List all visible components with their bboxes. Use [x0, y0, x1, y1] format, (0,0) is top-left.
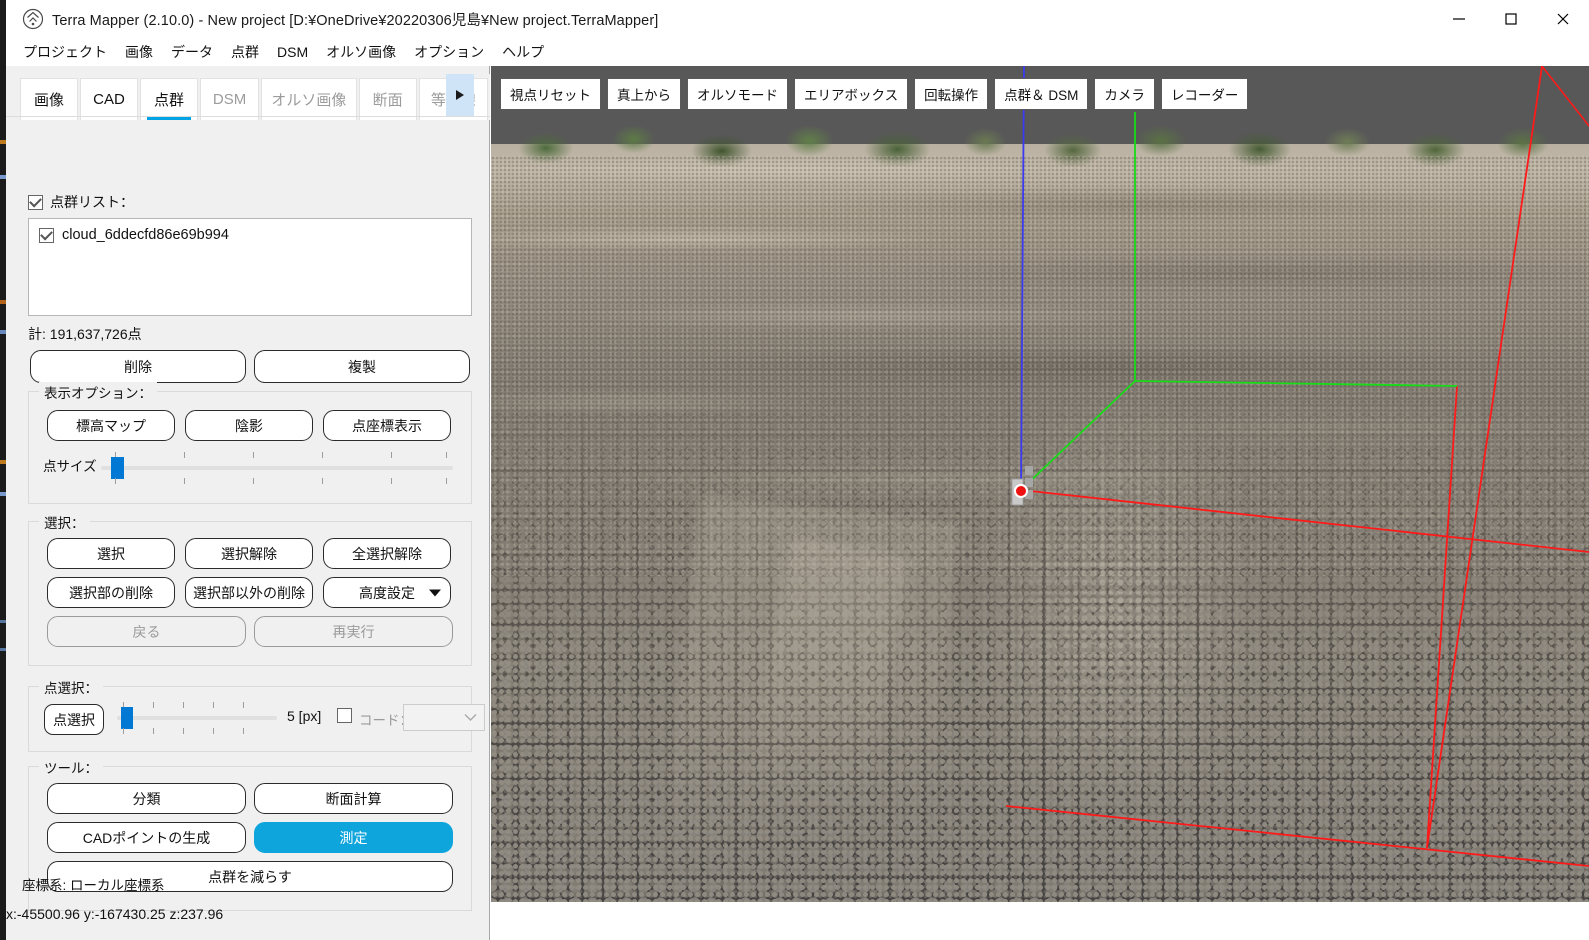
tools-legend: ツール：	[39, 757, 103, 777]
tab-image[interactable]: 画像	[20, 78, 78, 120]
height-setting-label: 高度設定	[359, 583, 415, 603]
menu-item-ortho[interactable]: オルソ画像	[317, 39, 405, 65]
menu-item-dsm[interactable]: DSM	[268, 41, 317, 63]
menu-bar: プロジェクト 画像 データ 点群 DSM オルソ画像 オプション ヘルプ	[6, 38, 1589, 66]
chevron-down-icon	[429, 589, 441, 596]
point-select-radius-track[interactable]	[117, 716, 277, 720]
minimize-icon	[1452, 12, 1466, 26]
list-item[interactable]: cloud_6ddecfd86e69b994	[37, 226, 463, 244]
deselect-button[interactable]: 選択解除	[185, 538, 313, 569]
deselect-all-button[interactable]: 全選択解除	[323, 538, 451, 569]
sparse-points-overlay-dense	[791, 396, 1351, 902]
code-combobox	[403, 704, 485, 731]
elevation-map-button[interactable]: 標高マップ	[47, 410, 175, 441]
terra-mapper-icon	[22, 8, 44, 30]
rotate-control-button[interactable]: 回転操作	[914, 78, 988, 110]
coordinate-system-label: 座標系: ローカル座標系	[22, 874, 165, 894]
point-selection-legend: 点選択：	[39, 677, 103, 697]
point-selection-group: 点選択： 点選択 5 [px] コード：	[28, 686, 472, 752]
chevron-right-icon	[454, 88, 466, 102]
point-select-radius-value: 5 [px]	[287, 708, 321, 724]
cloud-listbox[interactable]: cloud_6ddecfd86e69b994	[28, 218, 472, 316]
point-select-radius-handle[interactable]	[121, 707, 133, 729]
maximize-icon	[1504, 12, 1518, 26]
point-size-label: 点サイズ	[43, 455, 97, 475]
left-panel: 画像 CAD 点群 DSM オルソ画像 断面 等高線 点群リスト： cloud_…	[6, 66, 490, 940]
menu-item-project[interactable]: プロジェクト	[14, 39, 116, 65]
viewport-toolbar: 視点リセット 真上から オルソモード エリアボックス 回転操作 点群＆ DSM …	[500, 78, 1248, 110]
application-window: Terra Mapper (2.10.0) - New project [D:¥…	[0, 0, 1589, 940]
cloud-list-header: 点群リスト：	[28, 192, 134, 212]
delete-selected-button[interactable]: 選択部の削除	[47, 577, 175, 608]
undo-button: 戻る	[47, 616, 246, 647]
chevron-down-icon	[464, 713, 477, 722]
point-cloud-scene	[491, 66, 1589, 902]
reset-view-button[interactable]: 視点リセット	[500, 78, 601, 110]
tab-cad[interactable]: CAD	[80, 78, 138, 120]
tab-dsm: DSM	[200, 78, 259, 120]
delete-unselected-button[interactable]: 選択部以外の削除	[185, 577, 313, 608]
point-size-slider-track[interactable]	[101, 466, 453, 470]
close-button[interactable]	[1537, 0, 1589, 38]
menu-item-image[interactable]: 画像	[116, 39, 162, 65]
3d-viewport[interactable]: 視点リセット 真上から オルソモード エリアボックス 回転操作 点群＆ DSM …	[491, 66, 1589, 902]
show-point-coords-button[interactable]: 点座標表示	[323, 410, 451, 441]
total-points-label: 計: 191,637,726点	[28, 324, 142, 344]
window-title: Terra Mapper (2.10.0) - New project [D:¥…	[52, 9, 658, 30]
minimize-button[interactable]	[1433, 0, 1485, 38]
duplicate-button[interactable]: 複製	[254, 350, 470, 383]
top-view-button[interactable]: 真上から	[607, 78, 681, 110]
ortho-mode-button[interactable]: オルソモード	[687, 78, 788, 110]
shading-button[interactable]: 陰影	[185, 410, 313, 441]
title-bar: Terra Mapper (2.10.0) - New project [D:¥…	[6, 0, 1589, 38]
tab-section: 断面	[359, 78, 417, 120]
height-setting-dropdown-button[interactable]: 高度設定	[323, 577, 451, 608]
code-checkbox[interactable]	[337, 708, 352, 723]
cursor-coordinates-label: x:-45500.96 y:-167430.25 z:237.96	[6, 906, 223, 922]
classify-button[interactable]: 分類	[47, 783, 246, 814]
tab-scroll-right-button[interactable]	[446, 74, 474, 116]
delete-button[interactable]: 削除	[30, 350, 246, 383]
point-size-slider-handle[interactable]	[111, 457, 124, 479]
window-controls	[1433, 0, 1589, 38]
cloud-list-label: 点群リスト：	[50, 192, 134, 212]
menu-item-data[interactable]: データ	[162, 39, 222, 65]
select-button[interactable]: 選択	[47, 538, 175, 569]
tab-bar: 画像 CAD 点群 DSM オルソ画像 断面 等高線	[6, 74, 490, 120]
cloud-item-checkbox[interactable]	[39, 228, 54, 243]
cloud-item-label: cloud_6ddecfd86e69b994	[62, 227, 229, 243]
tab-ortho: オルソ画像	[261, 78, 357, 120]
tab-pointcloud[interactable]: 点群	[140, 78, 198, 120]
display-options-group: 表示オプション： 標高マップ 陰影 点座標表示 点サイズ	[28, 391, 472, 504]
menu-item-pointcloud[interactable]: 点群	[222, 39, 268, 65]
close-icon	[1556, 12, 1570, 26]
measure-button[interactable]: 測定	[254, 822, 453, 853]
redo-button: 再実行	[254, 616, 453, 647]
maximize-button[interactable]	[1485, 0, 1537, 38]
section-calc-button[interactable]: 断面計算	[254, 783, 453, 814]
tab-bar-underline	[6, 116, 490, 117]
area-box-button[interactable]: エリアボックス	[794, 78, 908, 110]
point-size-slider[interactable]	[101, 450, 453, 486]
cloud-list-checkbox[interactable]	[28, 195, 43, 210]
menu-item-options[interactable]: オプション	[405, 39, 493, 65]
point-select-button[interactable]: 点選択	[44, 704, 104, 735]
display-options-legend: 表示オプション：	[39, 382, 157, 402]
menu-item-help[interactable]: ヘルプ	[493, 39, 553, 65]
camera-button[interactable]: カメラ	[1094, 78, 1155, 110]
selection-group: 選択： 選択 選択解除 全選択解除 選択部の削除 選択部以外の削除 高度設定 戻…	[28, 521, 472, 666]
pointcloud-dsm-button[interactable]: 点群＆ DSM	[994, 78, 1088, 110]
generate-cad-points-button[interactable]: CADポイントの生成	[47, 822, 246, 853]
recorder-button[interactable]: レコーダー	[1161, 78, 1249, 110]
point-select-radius-slider[interactable]	[117, 700, 277, 736]
selection-legend: 選択：	[39, 512, 90, 532]
